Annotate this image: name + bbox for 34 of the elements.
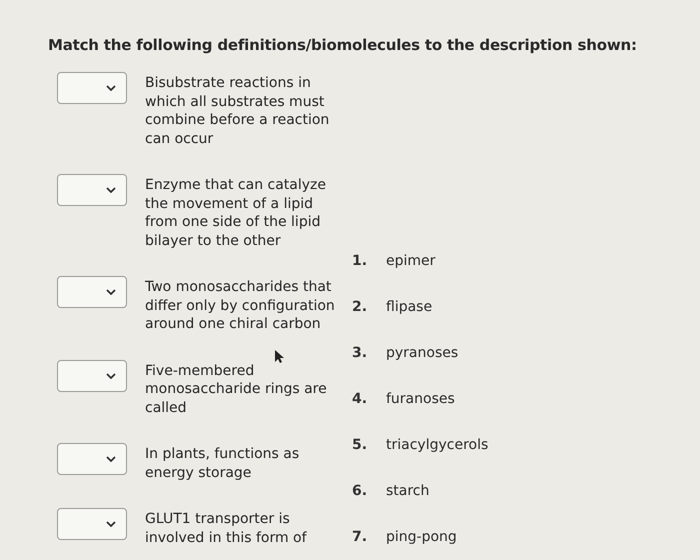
answer-dropdown[interactable] — [57, 443, 127, 475]
option-label: furanoses — [386, 390, 455, 409]
description-text: Two monosaccharides that differ only by configuration around one chiral carbon — [145, 278, 335, 334]
option-number: 6. — [352, 482, 368, 501]
mouse-pointer-icon — [275, 350, 284, 363]
chevron-down-icon — [106, 85, 116, 91]
chevron-down-icon — [106, 372, 116, 378]
option-label: flipase — [386, 298, 432, 317]
option-number: 7. — [352, 528, 368, 547]
chevron-down-icon — [106, 521, 116, 527]
option-number: 5. — [352, 436, 368, 455]
option-number: 3. — [352, 344, 368, 363]
answer-dropdown[interactable] — [57, 360, 127, 392]
answer-dropdown[interactable] — [57, 276, 127, 308]
answer-dropdown[interactable] — [57, 72, 127, 104]
description-text: Five-membered monosaccharide rings are called — [145, 362, 328, 417]
option-label: starch — [386, 482, 430, 501]
answer-dropdown[interactable] — [57, 508, 127, 540]
option-label: ping-pong — [386, 528, 457, 547]
option-label: epimer — [386, 252, 436, 271]
description-text: GLUT1 transporter is involved in this form of — [145, 510, 308, 547]
question-prompt: Match the following definitions/biomolecules to the description shown: — [48, 36, 638, 54]
option-label: pyranoses — [386, 344, 458, 363]
description-text: In plants, functions as energy storage — [145, 445, 300, 482]
chevron-down-icon — [106, 456, 116, 462]
option-number: 4. — [352, 390, 368, 409]
option-number: 1. — [352, 252, 368, 271]
option-label: triacylgycerols — [386, 436, 488, 455]
description-text: Enzyme that can catalyze the movement of a lipid from one side of the lipid bilayer to the other — [145, 176, 328, 250]
answer-dropdown[interactable] — [57, 174, 127, 206]
option-number: 2. — [352, 298, 368, 317]
description-text: Bisubstrate reactions in which all substrates must combine before a reaction can occur — [145, 74, 330, 148]
chevron-down-icon — [106, 289, 116, 295]
chevron-down-icon — [106, 187, 116, 193]
